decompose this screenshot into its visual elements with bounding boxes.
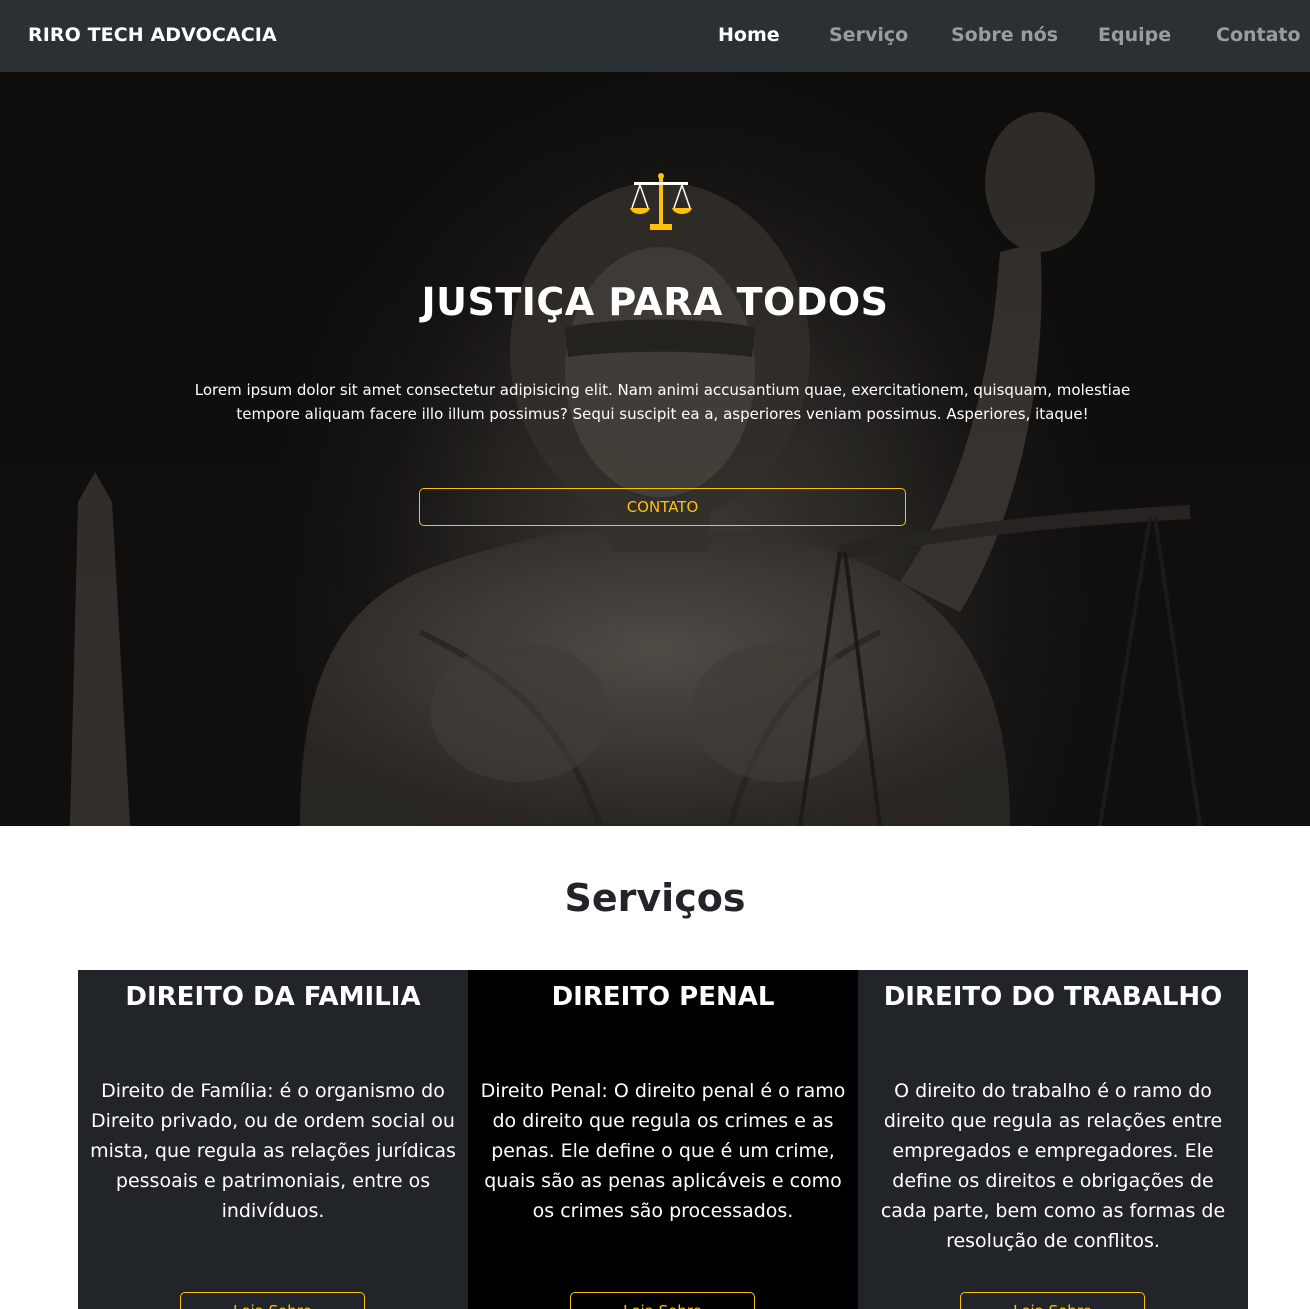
service-card-title: DIREITO PENAL bbox=[551, 982, 775, 1012]
nav-link-sobre-nos[interactable]: Sobre nós bbox=[951, 24, 1058, 46]
service-card-title: DIREITO DO TRABALHO bbox=[883, 982, 1223, 1012]
hero-description: Lorem ipsum dolor sit amet consectetur a… bbox=[194, 381, 1131, 423]
nav-link-contato[interactable]: Contato bbox=[1216, 24, 1301, 46]
services-title: Serviços bbox=[564, 876, 746, 920]
read-more-button[interactable]: Leia Sobre bbox=[180, 1292, 365, 1309]
service-card-trabalho: DIREITO DO TRABALHO O direito do trabalh… bbox=[858, 970, 1248, 1309]
brand-logo[interactable]: RIRO TECH ADVOCACIA bbox=[28, 24, 277, 46]
service-card-familia: DIREITO DA FAMILIA Direito de Família: é… bbox=[78, 970, 468, 1309]
service-card-text: Direito Penal: O direito penal é o ramo … bbox=[480, 1080, 846, 1222]
scales-of-justice-icon bbox=[630, 173, 692, 230]
navbar: RIRO TECH ADVOCACIA Home Serviço Sobre n… bbox=[0, 0, 1310, 72]
read-more-button[interactable]: Leia Sobre bbox=[570, 1292, 755, 1309]
hero-contact-button[interactable]: CONTATO bbox=[419, 488, 906, 526]
service-card-penal: DIREITO PENAL Direito Penal: O direito p… bbox=[468, 970, 858, 1309]
service-card-text: O direito do trabalho é o ramo do direit… bbox=[880, 1080, 1226, 1252]
nav-link-home[interactable]: Home bbox=[718, 24, 780, 46]
hero-title: JUSTIÇA PARA TODOS bbox=[421, 280, 889, 324]
nav-link-servico[interactable]: Serviço bbox=[829, 24, 908, 46]
services-cards: DIREITO DA FAMILIA Direito de Família: é… bbox=[78, 970, 1248, 1309]
hero-section: JUSTIÇA PARA TODOS Lorem ipsum dolor sit… bbox=[0, 72, 1310, 826]
service-card-title: DIREITO DA FAMILIA bbox=[125, 982, 421, 1012]
nav-link-equipe[interactable]: Equipe bbox=[1098, 24, 1171, 46]
service-card-text: Direito de Família: é o organismo do Dir… bbox=[90, 1080, 456, 1222]
read-more-button[interactable]: Leia Sobre bbox=[960, 1292, 1145, 1309]
